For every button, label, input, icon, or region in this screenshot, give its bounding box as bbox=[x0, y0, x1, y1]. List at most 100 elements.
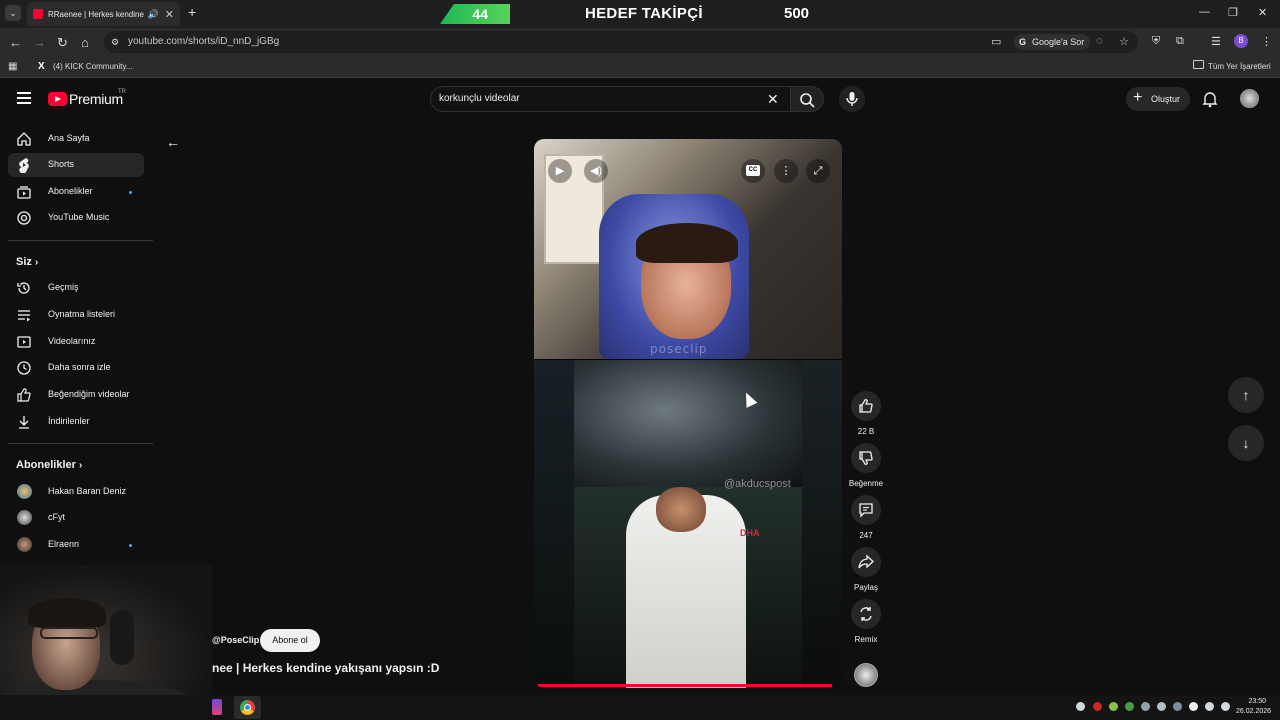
tab-search-button[interactable]: ⌄ bbox=[5, 5, 21, 21]
remix-button[interactable] bbox=[851, 599, 881, 629]
volume-tray-icon[interactable] bbox=[1221, 702, 1230, 711]
sidebar-item-downloads[interactable]: İndirilenler bbox=[8, 410, 144, 434]
sidebar-item-history[interactable]: Geçmiş bbox=[8, 276, 144, 300]
create-button[interactable]: Oluştur bbox=[1126, 86, 1190, 111]
home-icon[interactable]: ⌂ bbox=[81, 35, 89, 50]
apps-grid-icon[interactable]: ▦ bbox=[8, 61, 17, 72]
tray-icon[interactable] bbox=[1076, 702, 1085, 711]
profile-avatar[interactable]: B bbox=[1234, 34, 1248, 48]
news-agency-logo: DHA bbox=[740, 528, 760, 538]
sidebar-item-watch-later[interactable]: Daha sonra izle bbox=[8, 356, 144, 380]
menu-icon[interactable] bbox=[17, 92, 31, 107]
taskbar-chrome-icon[interactable] bbox=[234, 696, 261, 719]
bookmark-kick[interactable]: (4) KICK Community... bbox=[53, 62, 132, 71]
sidebar-item-playlists[interactable]: Oynatma listeleri bbox=[8, 303, 144, 327]
clear-search-icon[interactable]: ✕ bbox=[767, 91, 779, 108]
speaker-icon[interactable]: 🔊 bbox=[148, 9, 159, 20]
reading-list-icon[interactable]: ☰ bbox=[1211, 35, 1221, 48]
subscriptions-icon bbox=[17, 186, 31, 199]
minimize-button[interactable]: — bbox=[1199, 6, 1210, 18]
like-button[interactable] bbox=[851, 391, 881, 421]
back-icon[interactable]: ← bbox=[9, 35, 22, 50]
reload-icon[interactable]: ↻ bbox=[57, 35, 68, 51]
cc-icon: CC bbox=[746, 165, 760, 176]
notifications-bell-icon[interactable] bbox=[1201, 90, 1219, 108]
tray-icon[interactable] bbox=[1109, 702, 1118, 711]
subscribe-button[interactable]: Abone ol bbox=[260, 629, 320, 652]
folder-icon bbox=[1193, 60, 1204, 69]
dislike-button[interactable] bbox=[851, 443, 881, 473]
network-icon[interactable] bbox=[1205, 702, 1214, 711]
sidebar-divider bbox=[8, 443, 153, 444]
channel-avatar bbox=[17, 510, 32, 525]
play-icon[interactable]: ▶ bbox=[548, 159, 572, 183]
share-icon bbox=[858, 554, 874, 569]
youtube-logo-icon[interactable] bbox=[48, 92, 67, 106]
sidebar-item-subscriptions[interactable]: Abonelikler bbox=[8, 180, 144, 204]
search-button[interactable] bbox=[790, 86, 824, 112]
shorts-video-player[interactable]: poseclip @akducspost DHA ▶ ◀) CC ⋮ ⤢ bbox=[534, 139, 842, 688]
mic-tray-icon[interactable] bbox=[1189, 702, 1198, 711]
video-frame-road bbox=[574, 360, 802, 487]
extensions-icon[interactable]: ⧉ bbox=[1176, 35, 1184, 48]
google-ask-button[interactable]: Google'a Sor bbox=[1014, 34, 1091, 50]
video-streamer-hair bbox=[636, 223, 738, 263]
logo-region: TR bbox=[118, 89, 126, 95]
channel-thumbnail[interactable] bbox=[854, 663, 878, 687]
new-tab-button[interactable]: + bbox=[188, 4, 196, 20]
tray-icon[interactable] bbox=[1157, 702, 1166, 711]
sidebar-item-liked-videos[interactable]: Beğendiğim videolar bbox=[8, 383, 144, 407]
cast-icon[interactable]: ▭ bbox=[991, 35, 1001, 48]
sidebar-item-youtube-music[interactable]: YouTube Music bbox=[8, 206, 144, 230]
progress-bar[interactable] bbox=[538, 684, 832, 687]
tray-icon[interactable] bbox=[1173, 702, 1182, 711]
url-text[interactable]: youtube.com/shorts/iD_nnD_jGBg bbox=[128, 36, 279, 47]
voice-search-button[interactable] bbox=[839, 86, 865, 112]
restore-button[interactable]: ❐ bbox=[1228, 6, 1238, 19]
close-window-button[interactable]: ✕ bbox=[1258, 6, 1267, 19]
shield-icon[interactable]: ⛨ bbox=[1152, 35, 1160, 48]
tray-icon[interactable] bbox=[1093, 702, 1102, 711]
sidebar-item-shorts[interactable]: Shorts bbox=[8, 153, 144, 177]
search-query[interactable]: korkunçlu videolar bbox=[439, 93, 520, 104]
youtube-favicon-icon bbox=[33, 9, 43, 19]
comment-count: 247 bbox=[859, 531, 873, 540]
previous-short-button[interactable]: ↑ bbox=[1228, 377, 1264, 413]
site-info-icon[interactable]: ⚙ bbox=[111, 37, 119, 48]
eye-off-icon[interactable]: ◌ bbox=[1096, 35, 1103, 47]
mic-icon bbox=[846, 92, 858, 106]
volume-icon[interactable]: ◀) bbox=[584, 159, 608, 183]
next-short-button[interactable]: ↓ bbox=[1228, 425, 1264, 461]
sidebar-item-your-videos[interactable]: Videolarınız bbox=[8, 330, 144, 354]
tray-icon[interactable] bbox=[1141, 702, 1150, 711]
comments-button[interactable] bbox=[851, 495, 881, 525]
bookmark-star-icon[interactable]: ☆ bbox=[1119, 35, 1129, 48]
captions-button[interactable]: CC bbox=[741, 159, 765, 183]
sidebar-channel-elraenn[interactable]: Elraenn bbox=[8, 533, 144, 557]
sidebar-channel-cfyt[interactable]: cFyt bbox=[8, 506, 144, 530]
sidebar-item-label: Ana Sayfa bbox=[48, 133, 90, 143]
share-button[interactable] bbox=[851, 547, 881, 577]
more-options-icon[interactable]: ⋮ bbox=[774, 159, 798, 183]
forward-icon[interactable]: → bbox=[33, 35, 46, 50]
sidebar-item-home[interactable]: Ana Sayfa bbox=[8, 127, 144, 151]
taskbar-app-icon[interactable] bbox=[212, 699, 222, 715]
channel-handle[interactable]: @PoseClip bbox=[212, 635, 259, 645]
close-tab-icon[interactable]: ✕ bbox=[165, 8, 174, 21]
sidebar-channel-hakan-baran-deniz[interactable]: Hakan Baran Deniz bbox=[8, 480, 144, 504]
account-avatar[interactable] bbox=[1240, 89, 1259, 108]
sidebar-section-you[interactable]: Siz › bbox=[16, 256, 38, 268]
taskbar-clock[interactable]: 23:50 26.02.2026 bbox=[1236, 697, 1272, 717]
sidebar-section-subscriptions[interactable]: Abonelikler › bbox=[16, 459, 82, 471]
fullscreen-icon[interactable]: ⤢ bbox=[806, 159, 830, 183]
all-bookmarks[interactable]: Tüm Yer İşaretleri bbox=[1208, 62, 1271, 71]
sidebar-item-label: Abonelikler bbox=[48, 186, 93, 196]
clock-date: 26.02.2026 bbox=[1236, 708, 1272, 715]
tray-icon[interactable] bbox=[1125, 702, 1134, 711]
follower-count: 44 bbox=[472, 6, 488, 22]
browser-tab-active[interactable]: RRaenee | Herkes kendine yakışanı yapsın… bbox=[27, 2, 180, 26]
more-menu-icon[interactable]: ⋮ bbox=[1261, 35, 1272, 48]
back-arrow-icon[interactable]: ← bbox=[166, 134, 180, 150]
logo-text[interactable]: Premium bbox=[69, 91, 123, 107]
channel-avatar bbox=[17, 484, 32, 499]
